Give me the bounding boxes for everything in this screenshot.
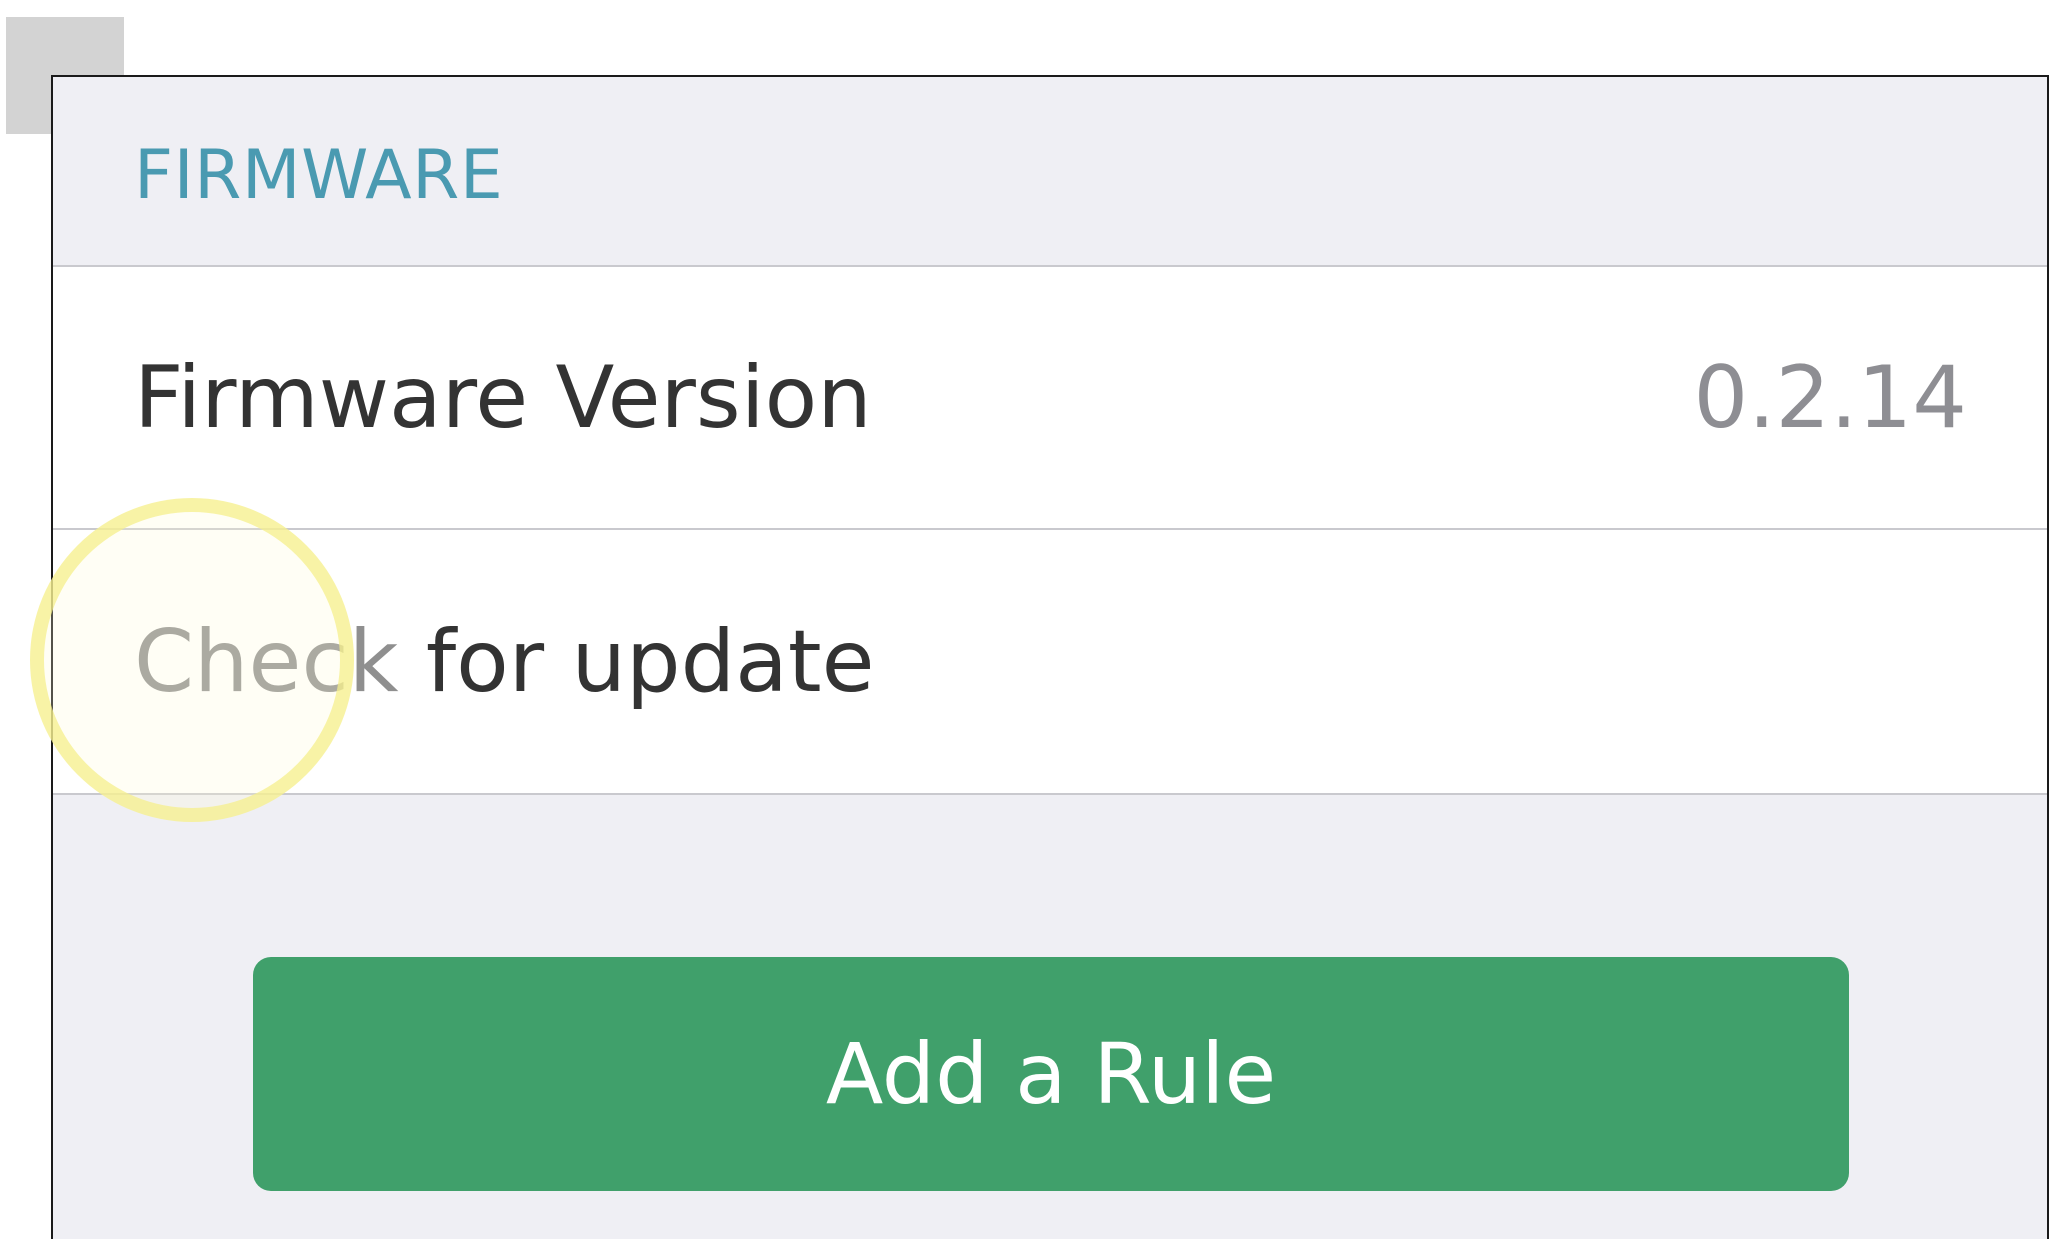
add-rule-button[interactable]: Add a Rule: [253, 957, 1849, 1191]
section-header-firmware: FIRMWARE: [134, 136, 504, 215]
check-for-update-label: Check for update: [134, 619, 875, 705]
check-for-update-label-end: for update: [398, 611, 875, 712]
firmware-version-row: Firmware Version 0.2.14: [53, 265, 2047, 528]
firmware-version-label: Firmware Version: [134, 347, 872, 448]
settings-screen: FIRMWARE Firmware Version 0.2.14 Check f…: [51, 75, 2049, 1239]
firmware-version-value: 0.2.14: [1693, 347, 1967, 448]
check-for-update-row[interactable]: Check for update: [53, 528, 2047, 795]
check-for-update-label-start: Check: [134, 611, 399, 712]
